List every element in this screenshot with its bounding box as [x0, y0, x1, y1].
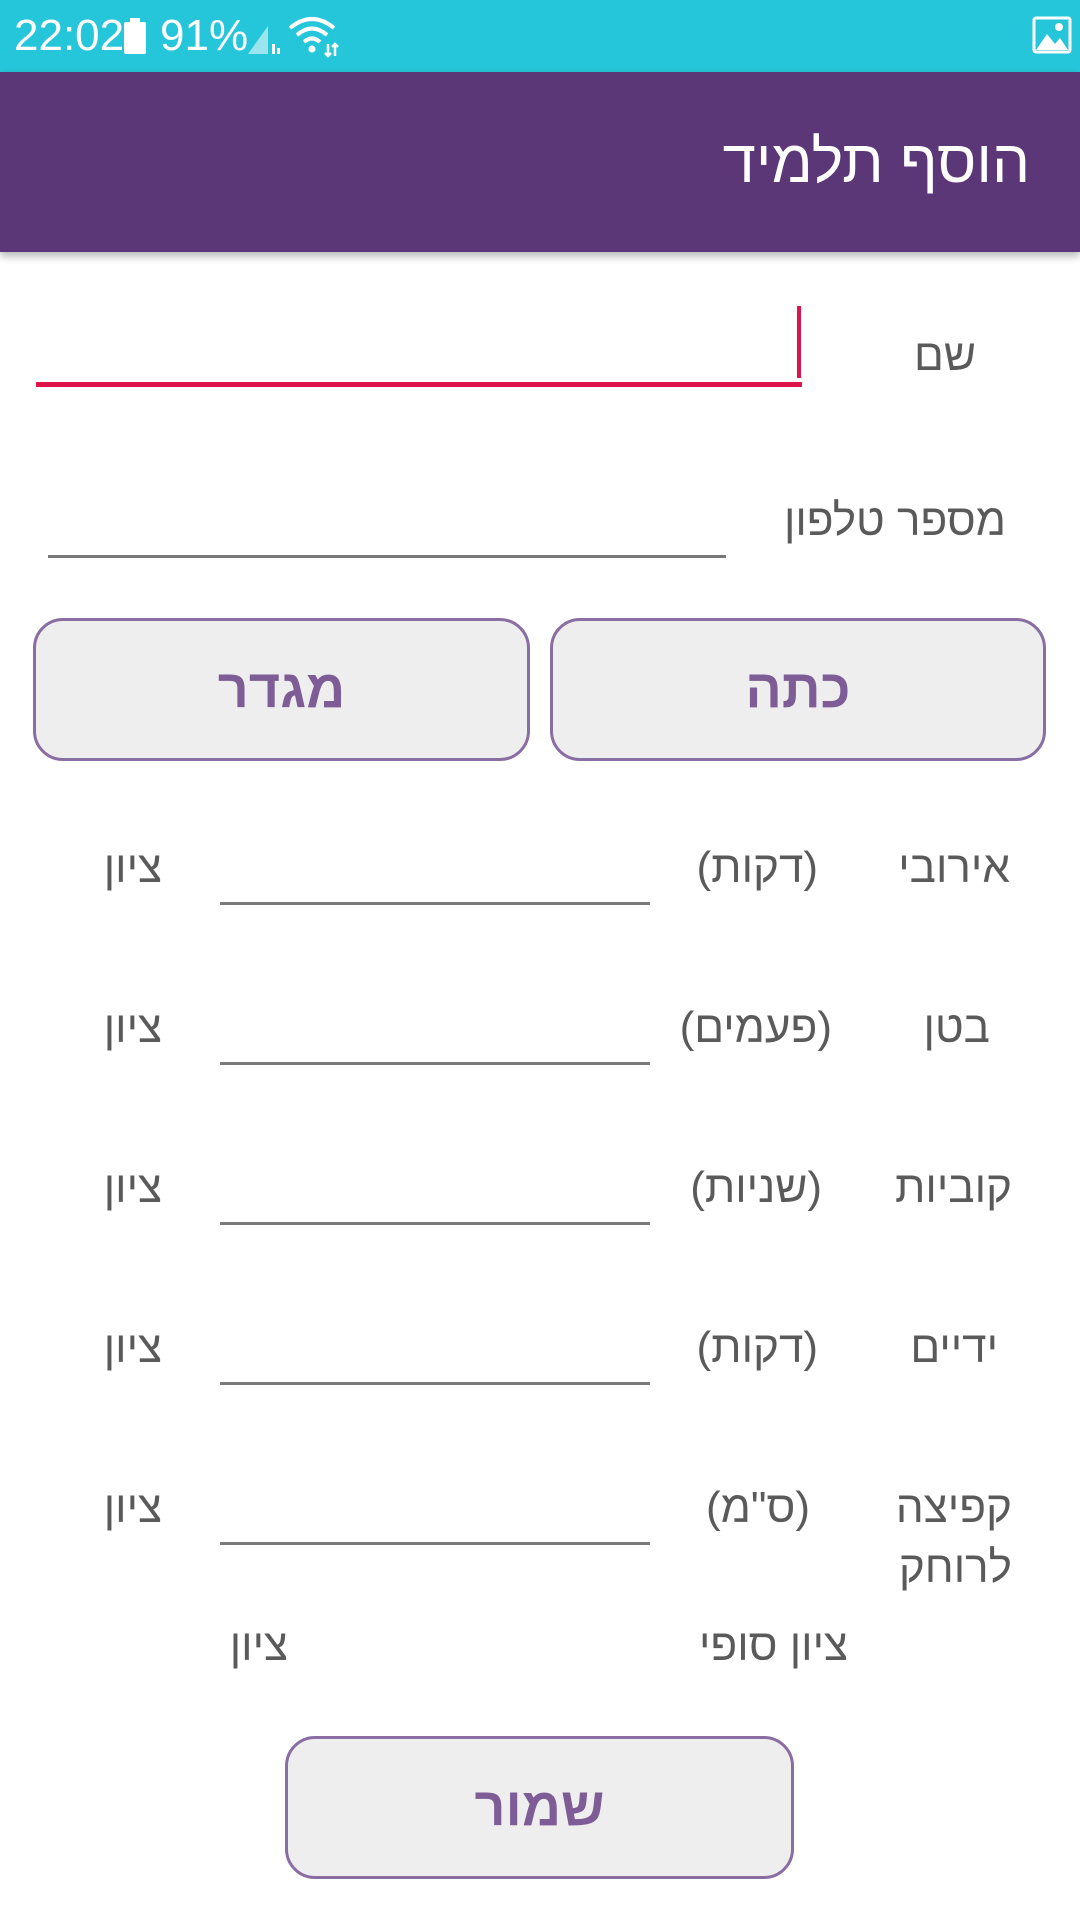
row-unit-aerobic: (דקות) [696, 843, 818, 892]
name-input[interactable] [36, 382, 802, 387]
row-label-hands: ידיים [910, 1323, 998, 1372]
cubes-input[interactable] [220, 1222, 650, 1225]
image-icon [1032, 16, 1072, 54]
row-grade-abs: ציון [103, 1003, 162, 1052]
signal-icon [248, 26, 280, 54]
class-button[interactable]: כתה [550, 618, 1046, 761]
row-label-aerobic: אירובי [898, 843, 1010, 892]
wifi-icon [288, 17, 339, 58]
row-grade-hands: ציון [103, 1323, 162, 1372]
phone-label: מספר טלפון [783, 496, 1006, 545]
row-unit-abs: (פעמים) [679, 1003, 832, 1052]
name-label: שם [914, 331, 976, 380]
row-unit-cubes: (שניות) [690, 1163, 822, 1212]
phone-input[interactable] [48, 555, 726, 558]
save-button[interactable]: שמור [285, 1736, 794, 1879]
row-label-long-jump: קפיצה לרוחק [895, 1483, 1012, 1592]
row-grade-long-jump: ציון [103, 1483, 162, 1532]
row-unit-long-jump: (ס"מ) [705, 1483, 810, 1532]
gender-button[interactable]: מגדר [33, 618, 530, 761]
row-label-cubes: קוביות [895, 1163, 1012, 1212]
battery-percent: 91% [160, 11, 249, 60]
battery-icon [124, 18, 146, 54]
aerobic-input[interactable] [220, 902, 650, 905]
row-grade-aerobic: ציון [103, 843, 162, 892]
row-unit-hands: (דקות) [696, 1323, 818, 1372]
text-cursor [797, 306, 801, 378]
page-title: הוסף תלמיד [722, 128, 1030, 195]
row-grade-cubes: ציון [103, 1163, 162, 1212]
final-grade-label: ציון סופי [698, 1621, 848, 1670]
final-grade-value: ציון [229, 1621, 288, 1670]
status-time: 22:02 [14, 11, 125, 60]
row-label-abs: בטן [923, 1003, 990, 1052]
long-jump-input[interactable] [220, 1542, 650, 1545]
abs-input[interactable] [220, 1062, 650, 1065]
hands-input[interactable] [220, 1382, 650, 1385]
